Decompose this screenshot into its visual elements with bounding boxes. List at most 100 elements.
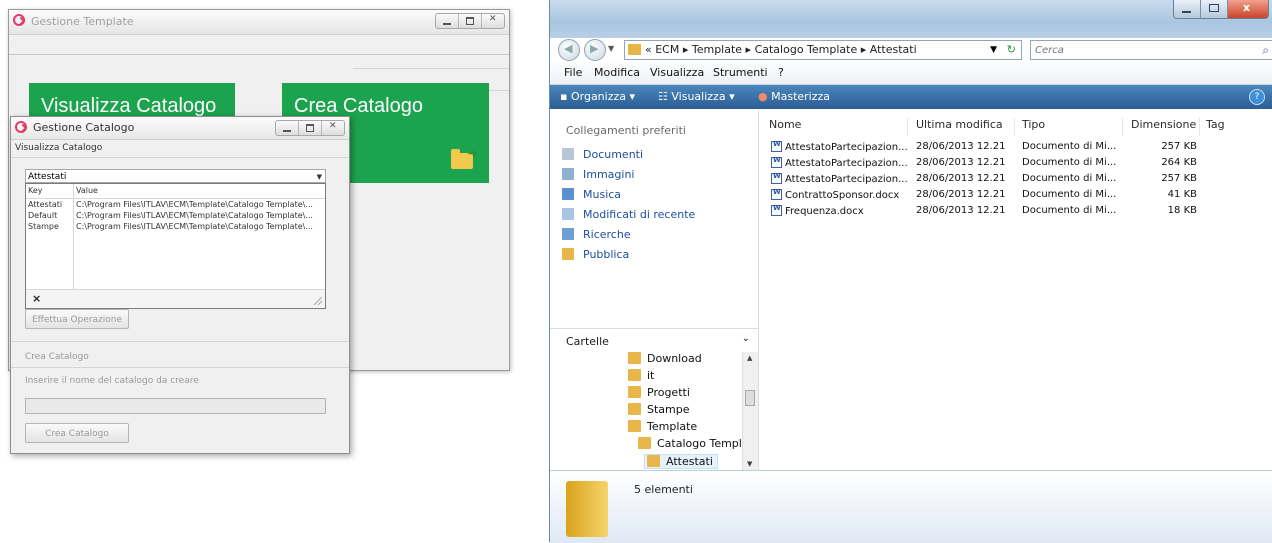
history-dropdown-icon[interactable]: ▼ [608,44,614,53]
file-row[interactable]: AttestatoPartecipazion... 28/06/2013 12.… [759,156,1272,172]
address-bar[interactable]: « ECM ▸ Template ▸ Catalogo Template ▸ A… [624,40,1022,60]
file-row[interactable]: ContrattoSponsor.docx 28/06/2013 12.21 D… [759,188,1272,204]
column-ultima-modifica[interactable]: Ultima modifica [916,118,1015,136]
divider [9,54,509,55]
chevron-down-icon[interactable]: ▼ [317,170,322,184]
column-tag[interactable]: Tag [1206,118,1246,136]
chevron-down-icon[interactable]: ⌄ [742,333,750,344]
file-type: Documento di Mi... [1022,141,1117,152]
column-nome[interactable]: Nome [769,118,908,136]
section-crea-label: Crea Catalogo [25,352,89,362]
help-icon[interactable]: ? [1249,89,1265,105]
maximize-button[interactable] [298,121,321,135]
chevron-down-icon[interactable]: ▼ [990,41,997,59]
catalogo-titlebar[interactable]: Gestione Catalogo [11,117,349,140]
menu-help[interactable]: ? [778,66,784,79]
clear-icon[interactable]: × [32,292,41,305]
tree-item-download[interactable]: Download [628,352,702,365]
file-row[interactable]: AttestatoPartecipazion... 28/06/2013 12.… [759,172,1272,188]
catalog-select[interactable]: Attestati ▼ [25,169,326,183]
section-visualizza-label: Visualizza Catalogo [15,143,103,153]
organizza-label: Organizza [570,90,626,103]
row-key: Default [28,211,58,220]
folder-icon [638,437,651,449]
column-dimensione[interactable]: Dimensione [1131,118,1200,136]
catalog-name-input[interactable] [25,398,326,414]
divider [11,157,349,158]
effettua-operazione-button[interactable]: Effettua Operazione [25,309,129,329]
folders-header[interactable]: Cartelle ⌄ [550,328,758,353]
tree-label: Attestati [666,455,713,468]
row-key: Stampe [28,222,59,231]
file-name-text: AttestatoPartecipazion... [785,142,908,153]
tree-item-catalogo-template[interactable]: Catalogo Templat [638,437,753,450]
resize-grip-icon[interactable] [314,297,322,305]
close-button[interactable] [1227,0,1268,18]
folder-icon [628,352,641,364]
scrollbar-thumb[interactable] [745,390,755,406]
favorite-label: Documenti [583,148,644,161]
search-icon[interactable]: ⌕ [1262,41,1269,59]
folder-icon [628,420,641,432]
menu-strumenti[interactable]: Strumenti [713,66,768,79]
file-size: 18 KB [1167,205,1197,216]
menu-file[interactable]: File [564,66,582,79]
favorite-ricerche[interactable]: Ricerche [562,228,631,241]
file-row[interactable]: AttestatoPartecipazion... 28/06/2013 12.… [759,140,1272,156]
organizza-button[interactable]: ▪ Organizza ▾ [560,90,635,103]
menu-visualizza[interactable]: Visualizza [650,66,704,79]
favorite-musica[interactable]: Musica [562,188,621,201]
tree-item-stampe[interactable]: Stampe [628,403,690,416]
minimize-button[interactable] [276,121,298,135]
catalog-select-value: Attestati [28,172,67,182]
breadcrumb[interactable]: « ECM ▸ Template ▸ Catalogo Template ▸ A… [645,41,917,59]
file-name: AttestatoPartecipazion... [771,173,915,185]
favorite-immagini[interactable]: Immagini [562,168,634,181]
search-input[interactable] [1031,44,1237,57]
tree-item-it[interactable]: it [628,369,654,382]
back-button[interactable]: ◀ [558,39,580,61]
column-value: Value [76,186,98,195]
favorite-modificati[interactable]: Modificati di recente [562,208,695,221]
dropdown-row[interactable]: Attestati C:\Program Files\ITLAV\ECM\Tem… [26,200,325,211]
dropdown-row[interactable]: Default C:\Program Files\ITLAV\ECM\Templ… [26,211,325,222]
masterizza-button[interactable]: ● Masterizza [758,90,830,103]
menu-modifica[interactable]: Modifica [594,66,640,79]
file-name: Frequenza.docx [771,205,915,217]
masterizza-label: Masterizza [771,90,831,103]
forward-button[interactable]: ▶ [584,39,606,61]
folder-tree-scrollbar[interactable]: ▲ ▼ [742,352,758,470]
minimize-button[interactable] [1174,0,1200,18]
search-box: ⌕ [1030,40,1272,60]
tree-item-attestati[interactable]: Attestati [644,454,718,469]
crea-catalogo-button[interactable]: Crea Catalogo [25,423,129,443]
visualizza-button[interactable]: ☷ Visualizza ▾ [658,90,735,103]
scroll-up-icon[interactable]: ▲ [747,354,752,362]
divider [353,68,509,69]
tree-item-progetti[interactable]: Progetti [628,386,690,399]
favorite-pubblica[interactable]: Pubblica [562,248,629,261]
tree-item-template[interactable]: Template [628,420,697,433]
file-modified: 28/06/2013 12.21 [916,189,1006,200]
favorite-label: Ricerche [583,228,631,241]
favorite-documenti[interactable]: Documenti [562,148,643,161]
minimize-button[interactable] [436,14,458,28]
refresh-icon[interactable]: ↻ [1007,41,1016,59]
views-icon: ☷ [658,90,668,103]
folder-tree: Download it Progetti Stampe Template Cat… [550,352,758,472]
explorer-titlebar[interactable] [550,0,1272,38]
column-tipo[interactable]: Tipo [1022,118,1123,136]
scroll-down-icon[interactable]: ▼ [747,460,752,468]
organize-icon: ▪ [560,90,568,103]
tree-label: Catalogo Templat [657,437,753,450]
music-icon [562,188,574,200]
maximize-button[interactable] [1200,0,1227,18]
catalog-dropdown-list: Key Value Attestati C:\Program Files\ITL… [25,183,326,309]
template-titlebar[interactable]: Gestione Template [9,10,509,35]
dropdown-row[interactable]: Stampe C:\Program Files\ITLAV\ECM\Templa… [26,222,325,233]
file-row[interactable]: Frequenza.docx 28/06/2013 12.21 Document… [759,204,1272,220]
close-button[interactable] [321,121,344,135]
maximize-button[interactable] [458,14,481,28]
command-bar: ▪ Organizza ▾ ☷ Visualizza ▾ ● Masterizz… [550,85,1272,109]
close-button[interactable] [481,14,504,28]
